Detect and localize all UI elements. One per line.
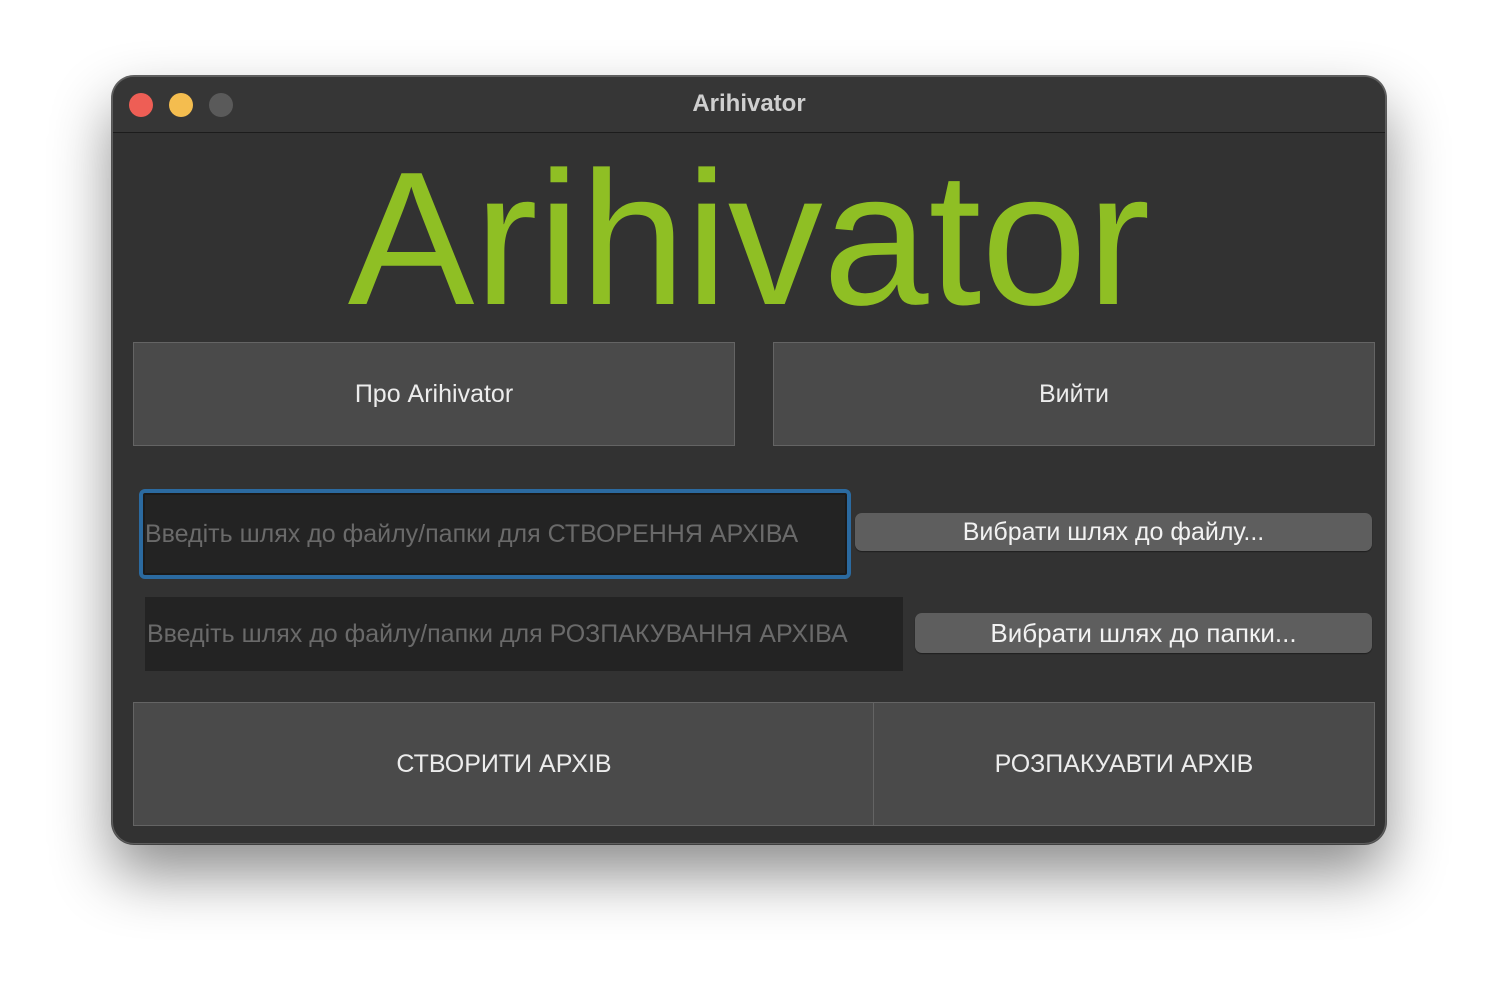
title-bar[interactable]: Arihivator xyxy=(113,77,1385,133)
app-heading: Arihivator xyxy=(347,133,1151,345)
unpack-archive-path-input[interactable]: Введіть шлях до файлу/папки для РОЗПАКУВ… xyxy=(145,597,903,671)
unpack-archive-button[interactable]: РОЗПАКУАВТИ АРХІВ xyxy=(873,702,1375,826)
unpack-archive-path-placeholder: Введіть шлях до файлу/папки для РОЗПАКУВ… xyxy=(147,619,848,648)
exit-button[interactable]: Вийти xyxy=(773,342,1375,446)
app-window: Arihivator Arihivator Про Arihivator Вий… xyxy=(112,76,1386,844)
about-button[interactable]: Про Arihivator xyxy=(133,342,735,446)
window-title: Arihivator xyxy=(692,90,806,117)
create-archive-path-input[interactable]: Введіть шлях до файлу/папки для СТВОРЕНН… xyxy=(139,489,851,579)
create-archive-path-placeholder: Введіть шлях до файлу/папки для СТВОРЕНН… xyxy=(145,519,799,548)
choose-file-button[interactable]: Вибрати шлях до файлу... xyxy=(855,513,1372,551)
choose-folder-button[interactable]: Вибрати шлях до папки... xyxy=(915,613,1372,653)
create-archive-button[interactable]: СТВОРИТИ АРХІВ xyxy=(133,702,875,826)
